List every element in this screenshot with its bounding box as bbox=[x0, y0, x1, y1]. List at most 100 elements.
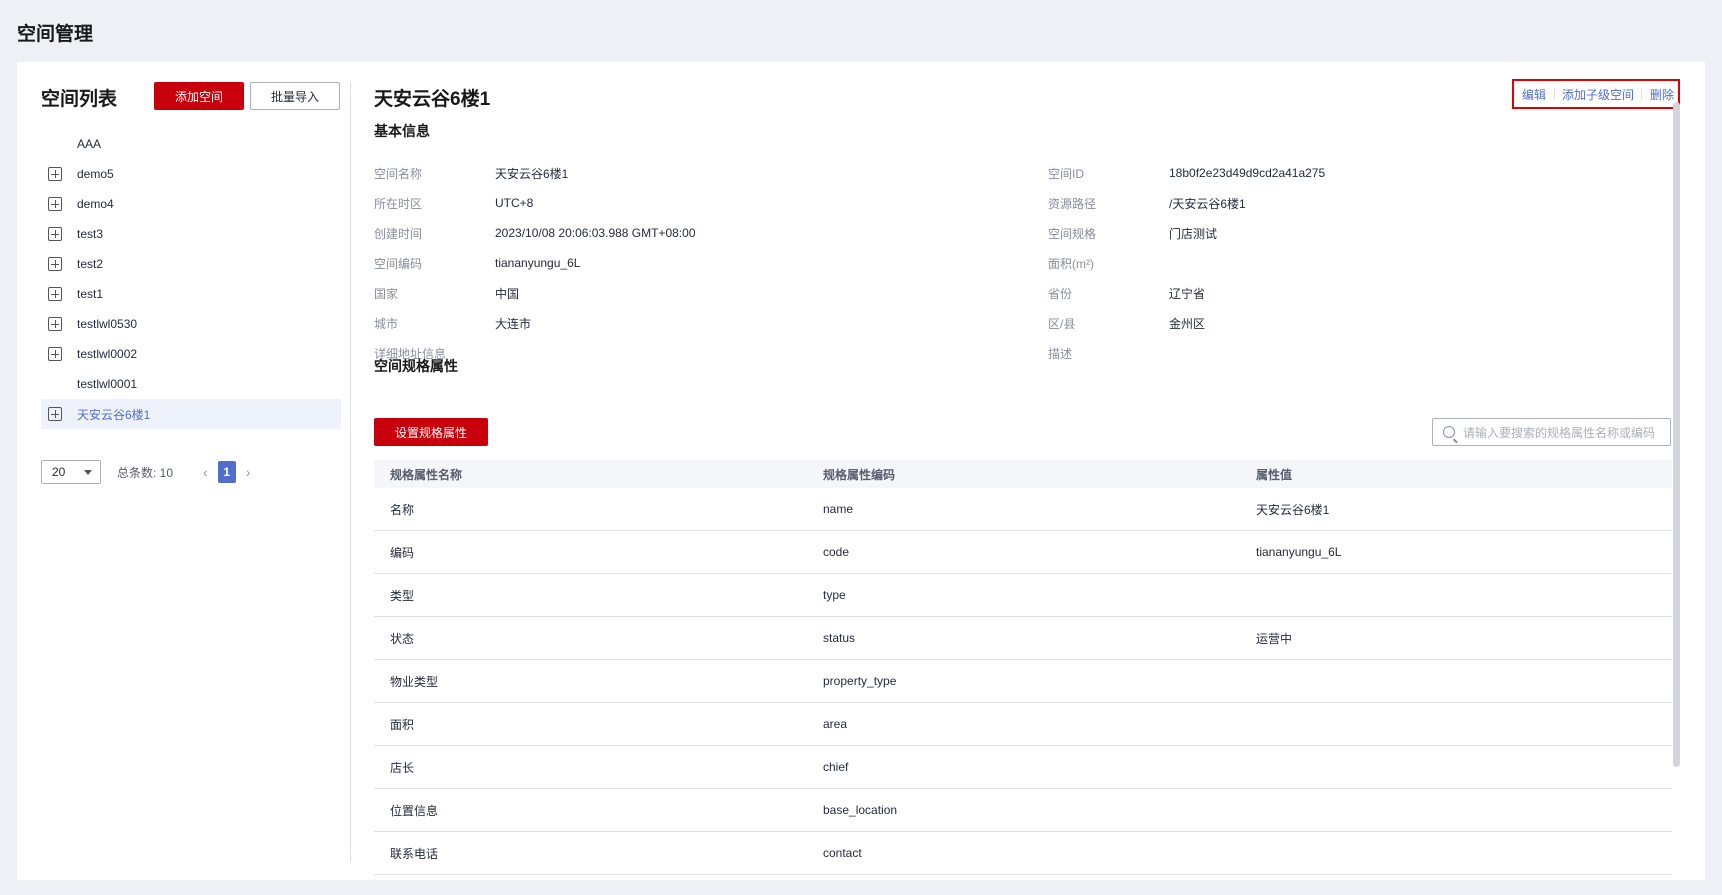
info-value: 大连市 bbox=[495, 316, 532, 331]
action-separator bbox=[1641, 88, 1643, 100]
table-cell: base_location bbox=[823, 803, 898, 817]
table-cell: tiananyungu_6L bbox=[1256, 545, 1342, 559]
header-attr-name: 规格属性名称 bbox=[390, 467, 463, 482]
tree-item-label: 天安云谷6楼1 bbox=[77, 407, 151, 422]
tree-item[interactable]: testlwl0001 bbox=[41, 369, 341, 399]
info-label: 省份 bbox=[1048, 286, 1073, 301]
table-cell: 物业类型 bbox=[390, 674, 439, 689]
detail-actions: 编辑 添加子级空间 删除 bbox=[1512, 79, 1680, 109]
table-body: 名称 name 天安云谷6楼1 编码 code tiananyungu_6L 类型 type 状… bbox=[374, 488, 1672, 875]
tree-item-label: AAA bbox=[77, 137, 102, 151]
search-icon bbox=[1443, 426, 1455, 438]
info-label: 区/县 bbox=[1048, 316, 1076, 331]
info-row: 空间编码 tiananyungu_6L 面积(m²) bbox=[374, 248, 1674, 278]
expand-plus-icon[interactable] bbox=[48, 317, 62, 331]
table-row: 名称 name 天安云谷6楼1 bbox=[374, 488, 1672, 531]
info-value: 18b0f2e23d49d9cd2a41a275 bbox=[1169, 166, 1326, 180]
chevron-right-icon[interactable]: › bbox=[246, 464, 251, 480]
expand-plus-icon[interactable] bbox=[48, 257, 62, 271]
info-value: UTC+8 bbox=[495, 196, 534, 210]
expand-plus-icon[interactable] bbox=[48, 347, 62, 361]
table-cell: 编码 bbox=[390, 545, 415, 560]
expand-plus-icon[interactable] bbox=[48, 167, 62, 181]
table-cell: 面积 bbox=[390, 717, 415, 732]
tree-item-label: demo5 bbox=[77, 167, 114, 181]
tree-item[interactable]: test3 bbox=[41, 219, 341, 249]
tree-item[interactable]: demo4 bbox=[41, 189, 341, 219]
main-card: 空间列表 添加空间 批量导入 AAA demo5 demo4 test3 test2 te… bbox=[17, 62, 1705, 880]
info-label: 所在时区 bbox=[374, 196, 423, 211]
table-cell: 联系电话 bbox=[390, 846, 439, 861]
batch-import-button[interactable]: 批量导入 bbox=[250, 82, 340, 110]
info-label: 面积(m²) bbox=[1048, 256, 1094, 271]
table-row: 状态 status 运营中 bbox=[374, 617, 1672, 660]
info-value: 门店测试 bbox=[1169, 226, 1218, 241]
page-size-select[interactable]: 20 bbox=[41, 460, 101, 484]
table-row: 编码 code tiananyungu_6L bbox=[374, 531, 1672, 574]
info-row: 国家 中国 省份 辽宁省 bbox=[374, 278, 1674, 308]
expand-plus-icon[interactable] bbox=[48, 197, 62, 211]
info-value: 2023/10/08 20:06:03.988 GMT+08:00 bbox=[495, 226, 696, 240]
chevron-left-icon[interactable]: ‹ bbox=[203, 464, 208, 480]
space-list-panel: 空间列表 添加空间 批量导入 AAA demo5 demo4 test3 test2 te… bbox=[17, 62, 350, 880]
set-spec-attr-button[interactable]: 设置规格属性 bbox=[374, 418, 488, 446]
edit-link[interactable]: 编辑 bbox=[1522, 86, 1546, 103]
delete-link[interactable]: 删除 bbox=[1650, 86, 1674, 103]
info-label: 描述 bbox=[1048, 346, 1073, 361]
tree-item[interactable]: AAA bbox=[41, 129, 341, 159]
info-label: 空间编码 bbox=[374, 256, 423, 271]
space-tree: AAA demo5 demo4 test3 test2 test1 testlwl0530 t… bbox=[41, 129, 341, 429]
total-count: 总条数: 10 bbox=[117, 465, 174, 480]
table-cell: 天安云谷6楼1 bbox=[1256, 502, 1330, 517]
spec-attr-search-input[interactable]: 请输入要搜索的规格属性名称或编码 bbox=[1432, 418, 1671, 446]
tree-item-label: testlwl0530 bbox=[77, 317, 138, 331]
caret-down-icon bbox=[84, 469, 92, 475]
table-cell: 类型 bbox=[390, 588, 415, 603]
spec-attr-table: 规格属性名称 规格属性编码 属性值 名称 name 天安云谷6楼1 编码 code tia… bbox=[374, 460, 1672, 875]
add-child-space-link[interactable]: 添加子级空间 bbox=[1562, 86, 1634, 103]
info-value: 中国 bbox=[495, 286, 520, 301]
tree-item[interactable]: 天安云谷6楼1 bbox=[41, 399, 341, 429]
page-size-value: 20 bbox=[52, 465, 66, 479]
info-label: 资源路径 bbox=[1048, 196, 1097, 211]
info-label: 空间名称 bbox=[374, 166, 423, 181]
info-label: 国家 bbox=[374, 286, 399, 301]
tree-item-label: demo4 bbox=[77, 197, 114, 211]
table-cell: status bbox=[823, 631, 856, 645]
tree-item[interactable]: testlwl0530 bbox=[41, 309, 341, 339]
space-list-title: 空间列表 bbox=[41, 89, 118, 110]
table-cell: type bbox=[823, 588, 846, 602]
info-row: 城市 大连市 区/县 金州区 bbox=[374, 308, 1674, 338]
table-row: 类型 type bbox=[374, 574, 1672, 617]
tree-item[interactable]: test2 bbox=[41, 249, 341, 279]
table-cell: name bbox=[823, 502, 854, 516]
table-cell: 状态 bbox=[390, 631, 415, 646]
pagination: 20 总条数: 10 ‹ 1 › bbox=[41, 460, 260, 484]
page-number-current[interactable]: 1 bbox=[217, 461, 236, 483]
info-row: 详细地址信息 描述 bbox=[374, 338, 1674, 368]
basic-info-grid: 空间名称 天安云谷6楼1 空间ID 18b0f2e23d49d9cd2a41a275 所… bbox=[374, 158, 1674, 368]
tree-item-label: test2 bbox=[77, 257, 104, 271]
info-value: 金州区 bbox=[1169, 316, 1206, 331]
tree-item[interactable]: testlwl0002 bbox=[41, 339, 341, 369]
vertical-scrollbar[interactable] bbox=[1673, 102, 1680, 767]
expand-plus-icon[interactable] bbox=[48, 407, 62, 421]
action-separator bbox=[1553, 88, 1555, 100]
table-cell: area bbox=[823, 717, 848, 731]
table-row: 物业类型 property_type bbox=[374, 660, 1672, 703]
page-title: 空间管理 bbox=[17, 24, 94, 45]
info-label: 空间ID bbox=[1048, 166, 1085, 181]
table-row: 店长 chief bbox=[374, 746, 1672, 789]
search-placeholder: 请输入要搜索的规格属性名称或编码 bbox=[1463, 425, 1656, 440]
expand-plus-icon[interactable] bbox=[48, 287, 62, 301]
add-space-button[interactable]: 添加空间 bbox=[154, 82, 244, 110]
expand-plus-icon[interactable] bbox=[48, 227, 62, 241]
info-value: tiananyungu_6L bbox=[495, 256, 581, 270]
tree-item[interactable]: test1 bbox=[41, 279, 341, 309]
tree-item[interactable]: demo5 bbox=[41, 159, 341, 189]
info-value: 天安云谷6楼1 bbox=[495, 166, 569, 181]
info-row: 所在时区 UTC+8 资源路径/天安云谷6楼1 bbox=[374, 188, 1674, 218]
info-label: 城市 bbox=[374, 316, 399, 331]
header-attr-code: 规格属性编码 bbox=[823, 467, 896, 482]
table-cell: code bbox=[823, 545, 850, 559]
